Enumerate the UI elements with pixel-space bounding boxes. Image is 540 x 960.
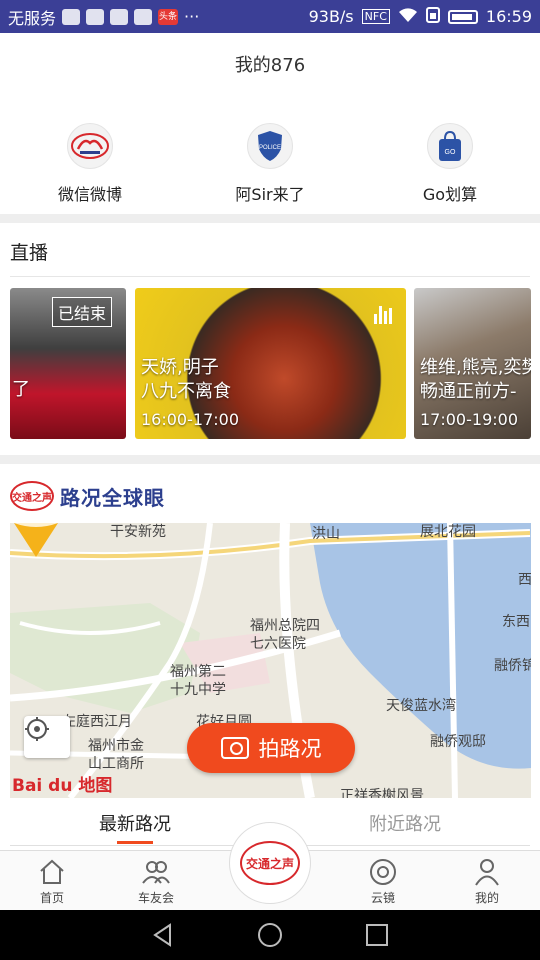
map-label: 福州市金 [88, 738, 144, 754]
live-card-program: 畅通正前方- [420, 381, 517, 402]
locate-button[interactable] [24, 716, 70, 758]
map-label: 福州第二 [170, 664, 226, 680]
lens-icon [368, 857, 398, 887]
map-label: 展北花园 [420, 524, 476, 540]
map-label: 七六医院 [250, 636, 306, 652]
ended-badge: 已结束 [52, 297, 113, 327]
brand-logo-icon [67, 123, 113, 169]
quick-entry-go[interactable]: GO Go划算 [360, 115, 540, 210]
live-section-title: 直播 [10, 242, 49, 264]
map-pin-icon [14, 523, 58, 557]
svg-text:GO: GO [445, 149, 456, 156]
notification-message-icon [134, 8, 153, 25]
police-badge-icon: POLICE [247, 123, 293, 169]
notification-app-icon [62, 8, 81, 25]
live-card-title: 了 [12, 379, 30, 400]
live-card-hosts: 天娇,明子 [141, 357, 219, 378]
page-header: 我的876 [0, 33, 540, 95]
quick-entry-label: 微信微博 [57, 185, 122, 204]
audio-bars-icon [374, 304, 394, 324]
nav-label: 云镜 [370, 891, 395, 905]
status-bar: 无服务 头条 ··· 93B/s NFC 16:59 [0, 0, 540, 33]
live-card-hosts: 维维,熊亮,奕樊 [420, 357, 531, 378]
brand-logo-icon: 交通之声 [240, 841, 300, 885]
map-label: 西 [518, 572, 531, 588]
center-brand-button[interactable]: 交通之声 [229, 822, 311, 904]
system-nav-bar [0, 910, 540, 960]
map-label: 融侨锦 [494, 658, 531, 674]
live-card[interactable]: 天娇,明子 八九不离食 16:00-17:00 [135, 288, 406, 439]
page-title: 我的876 [234, 55, 306, 76]
map-label: 洪山 [312, 526, 340, 542]
more-notifications: ··· [184, 7, 200, 26]
locate-icon [25, 717, 49, 741]
live-card-program: 八九不离食 [141, 381, 231, 402]
brand-logo-icon: 交通之声 [10, 481, 54, 511]
map-label: 融侨观邸 [430, 734, 486, 750]
nfc-icon: NFC [361, 9, 390, 24]
road-section-header: 交通之声 路况全球眼 [10, 478, 165, 514]
quick-entries: 微信微博 POLICE 阿Sir来了 GO Go划算 [0, 115, 540, 210]
clock: 16:59 [485, 7, 532, 26]
home-icon [37, 857, 67, 887]
svg-text:POLICE: POLICE [259, 145, 281, 151]
section-divider [0, 455, 540, 464]
nav-home[interactable]: 首页 [22, 857, 82, 906]
road-section-title: 路况全球眼 [60, 485, 165, 510]
notification-chrome-icon [86, 8, 105, 25]
live-card-time: 17:00-19:00 [420, 410, 518, 429]
network-speed: 93B/s [308, 7, 354, 26]
notification-news-icon: 头条 [158, 8, 179, 25]
users-icon [141, 857, 171, 887]
person-icon [472, 857, 502, 887]
map-label: 正祥香榭风景 [340, 788, 424, 798]
map-label: 东西 [502, 614, 530, 630]
notification-image-icon [110, 8, 129, 25]
carrier-text: 无服务 [8, 8, 57, 28]
live-card[interactable]: 维维,熊亮,奕樊 畅通正前方- 17:00-19:00 [414, 288, 531, 439]
baidu-map-logo: Bai du 地图 [12, 776, 113, 796]
quick-entry-asir[interactable]: POLICE 阿Sir来了 [180, 115, 360, 210]
report-traffic-label: 拍路况 [258, 737, 322, 761]
section-divider [0, 214, 540, 223]
nav-cloud-lens[interactable]: 云镜 [353, 857, 413, 906]
traffic-map[interactable]: 干安新苑 洪山 展北花园 福州总院四 七六医院 福州第二 十九中学 左庭西江月 … [10, 523, 531, 798]
map-label: 福州总院四 [250, 618, 320, 634]
report-traffic-button[interactable]: 拍路况 [187, 723, 355, 773]
map-label: 左庭西江月 [62, 714, 132, 730]
home-circle-icon [257, 923, 282, 947]
quick-entry-label: Go划算 [422, 185, 478, 204]
status-left: 无服务 头条 ··· [8, 5, 199, 29]
sim-icon [425, 6, 440, 27]
tab-latest-traffic[interactable]: 最新路况 [0, 798, 270, 848]
recents-square-icon [365, 924, 388, 946]
camera-icon [220, 737, 249, 759]
live-carousel[interactable]: 已结束 了 天娇,明子 八九不离食 16:00-17:00 维维,熊亮,奕樊 畅… [10, 288, 531, 439]
shopping-bag-icon: GO [427, 123, 473, 169]
map-label: 十九中学 [170, 682, 226, 698]
live-section-line [10, 276, 530, 277]
nav-label: 我的 [474, 891, 499, 905]
back-button[interactable] [148, 920, 178, 950]
quick-entry-wechat-weibo[interactable]: 微信微博 [0, 115, 180, 210]
recents-button[interactable] [362, 920, 392, 950]
back-triangle-icon [153, 923, 172, 947]
nav-car-club[interactable]: 车友会 [126, 857, 186, 906]
wifi-icon [398, 7, 418, 27]
status-right: 93B/s NFC 16:59 [308, 6, 532, 27]
nav-label: 车友会 [137, 891, 174, 905]
battery-icon [447, 9, 478, 24]
map-label: 干安新苑 [110, 524, 166, 540]
map-label: 山工商所 [88, 756, 144, 772]
nav-label: 首页 [39, 891, 64, 905]
tab-nearby-traffic[interactable]: 附近路况 [270, 798, 540, 848]
live-card[interactable]: 已结束 了 [10, 288, 126, 439]
quick-entry-label: 阿Sir来了 [235, 185, 305, 204]
nav-mine[interactable]: 我的 [457, 857, 517, 906]
home-button[interactable] [255, 920, 285, 950]
live-card-time: 16:00-17:00 [141, 410, 239, 429]
map-label: 天俊蓝水湾 [386, 698, 456, 714]
